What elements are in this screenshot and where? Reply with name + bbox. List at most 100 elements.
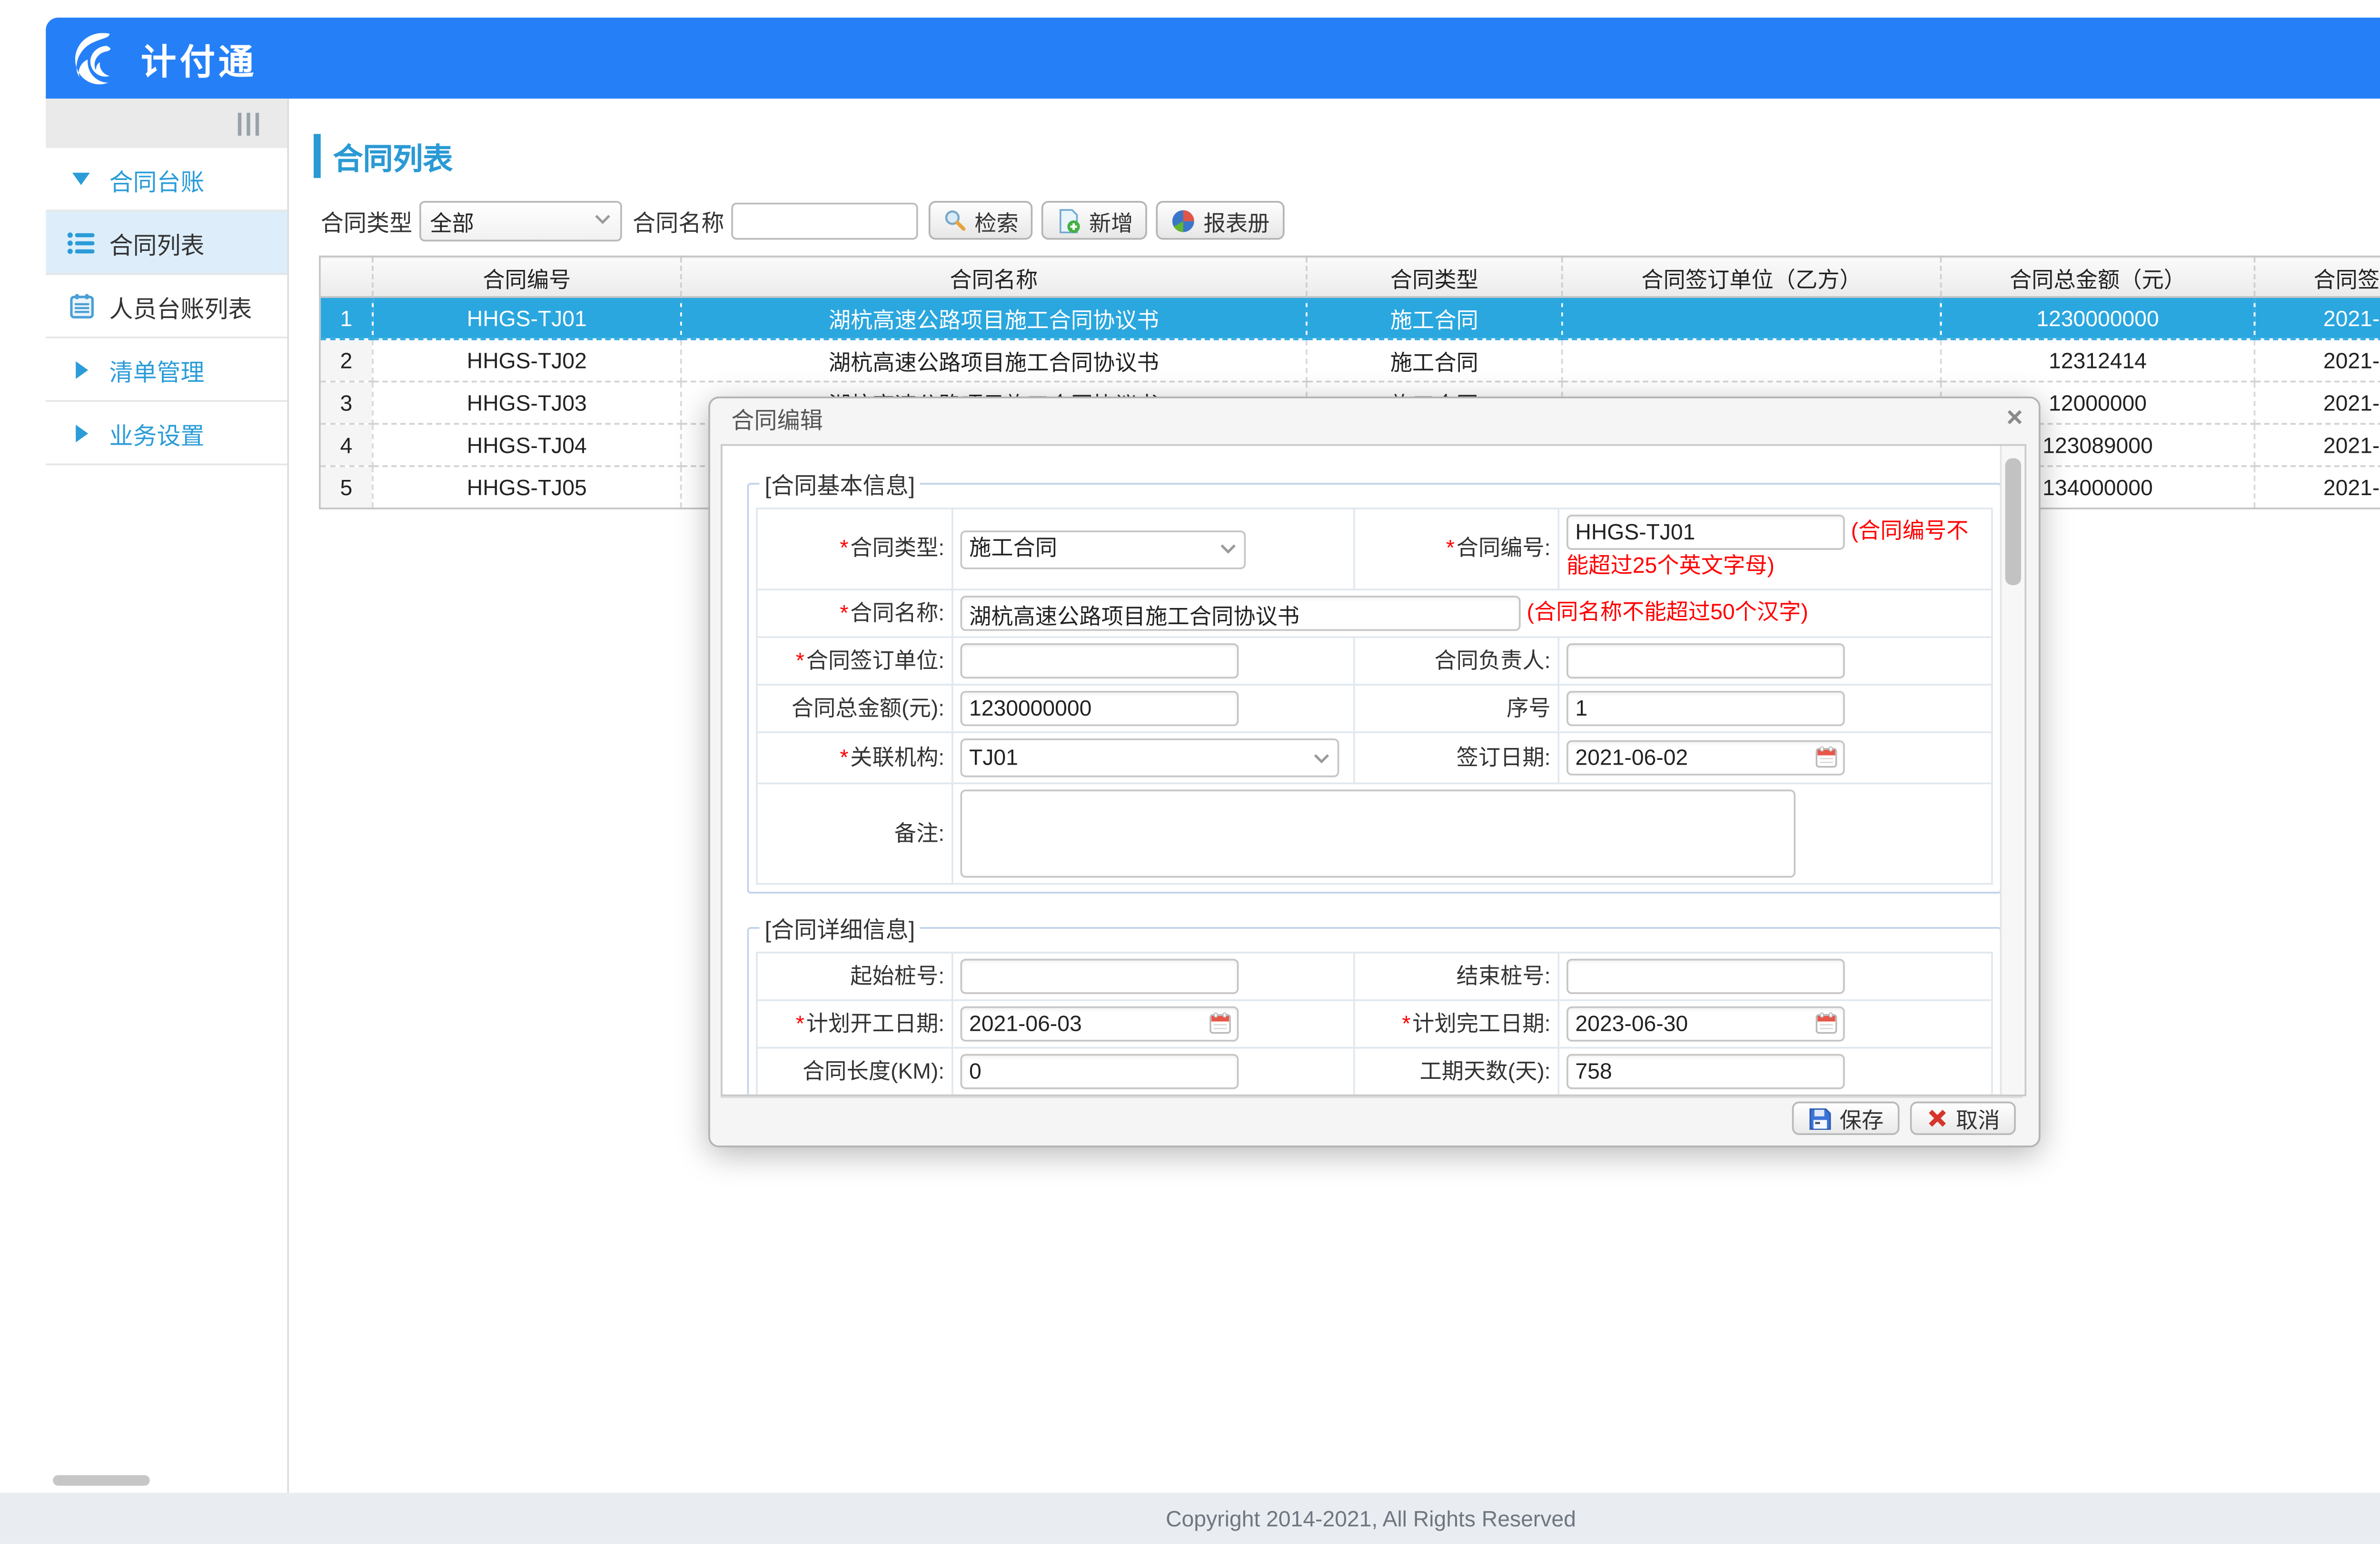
total-amount-field-input[interactable] <box>960 691 1239 727</box>
sidebar-item-contract-ledger[interactable]: 合同台账 <box>46 148 287 211</box>
document-plus-icon <box>1056 207 1082 234</box>
contract-name-label: 合同名称 <box>633 204 724 237</box>
contract-code-field-label: 合同编号: <box>1457 536 1551 560</box>
app-title: 计付通 <box>141 32 257 83</box>
contract-type-label: 合同类型 <box>321 204 413 237</box>
select-arrow-icon <box>594 210 612 230</box>
triangle-right-icon <box>60 424 102 441</box>
add-button[interactable]: 新增 <box>1041 201 1147 239</box>
clipboard-icon <box>60 292 102 319</box>
select-arrow-icon <box>1220 543 1237 556</box>
page-footer: Copyright 2014-2021, All Rights Reserved <box>0 1493 2380 1544</box>
total-amount-field-label: 合同总金额(元): <box>792 696 944 720</box>
end-stake-field-input[interactable] <box>1567 959 1845 995</box>
sidebar-item-personnel-ledger[interactable]: 人员台账列表 <box>46 275 287 338</box>
dialog-body: [合同基本信息] *合同类型: 施工合同 *合同编号: <box>721 444 2026 1096</box>
page-title: 合同列表 <box>333 134 453 178</box>
col-header-name: 合同名称 <box>681 257 1307 297</box>
duration-days-field-label: 工期天数(天): <box>1419 1059 1550 1084</box>
sidebar-item-label: 人员台账列表 <box>109 288 252 323</box>
remark-field-textarea[interactable] <box>960 790 1795 878</box>
plan-start-field-label: 计划开工日期: <box>806 1011 945 1036</box>
length-km-field-label: 合同长度(KM): <box>803 1059 944 1084</box>
sidebar-item-list-management[interactable]: 清单管理 <box>46 339 287 402</box>
contract-code-field-input[interactable] <box>1567 515 1845 550</box>
search-button[interactable]: 检索 <box>929 201 1032 239</box>
cancel-button-label: 取消 <box>1956 1102 2000 1135</box>
select-arrow-icon <box>1313 752 1330 765</box>
report-button-label: 报表册 <box>1204 204 1270 237</box>
triangle-right-icon <box>60 360 102 378</box>
org-field-select[interactable]: TJ01 <box>960 739 1339 777</box>
copyright-text: Copyright 2014-2021, All Rights Reserved <box>1166 1506 1576 1531</box>
search-toolbar: 合同类型 全部 合同名称 检索 <box>321 199 1284 241</box>
contract-name-field-label: 合同名称: <box>850 600 944 625</box>
detail-info-legend: [合同详细信息] <box>759 912 920 945</box>
table-header-row: 合同编号 合同名称 合同类型 合同签订单位（乙方） 合同总金额（元） 合同签订日… <box>320 257 2380 297</box>
add-button-label: 新增 <box>1089 204 1133 237</box>
col-header-date: 合同签订日期 <box>2254 257 2380 297</box>
contract-name-hint: (合同名称不能超过50个汉字) <box>1527 600 1808 625</box>
triangle-down-icon <box>60 173 102 185</box>
app-header: 计付通 通知 管理员 <box>46 18 2380 99</box>
calendar-icon[interactable] <box>1209 1012 1231 1035</box>
sign-unit-field-label: 合同签订单位: <box>806 648 945 673</box>
basic-info-legend: [合同基本信息] <box>759 467 920 500</box>
contract-name-field-input[interactable] <box>960 597 1520 632</box>
sidebar: 合同台账 合同列表 人员台账列表 清单管理 <box>46 99 289 1493</box>
basic-info-fieldset: [合同基本信息] *合同类型: 施工合同 *合同编号: <box>747 467 2002 894</box>
sidebar-item-business-settings[interactable]: 业务设置 <box>46 402 287 465</box>
start-stake-field-label: 起始桩号: <box>850 964 944 988</box>
sign-unit-field-input[interactable] <box>960 644 1239 679</box>
save-button[interactable]: 保存 <box>1792 1102 1900 1135</box>
search-button-label: 检索 <box>974 204 1019 237</box>
contract-type-field-select[interactable]: 施工合同 <box>960 530 1246 568</box>
end-stake-field-label: 结束桩号: <box>1457 964 1551 988</box>
report-button[interactable]: 报表册 <box>1156 201 1284 239</box>
close-icon[interactable]: × <box>2006 404 2023 436</box>
swirl-logo-icon <box>69 28 129 88</box>
save-button-label: 保存 <box>1840 1102 1884 1135</box>
contract-type-value: 全部 <box>430 204 474 237</box>
index-header <box>320 257 373 297</box>
dialog-scrollbar-track[interactable] <box>2000 446 2025 1095</box>
remark-field-label: 备注: <box>894 821 944 846</box>
sidebar-item-label: 清单管理 <box>109 352 205 387</box>
col-header-party: 合同签订单位（乙方） <box>1562 257 1941 297</box>
calendar-icon[interactable] <box>1815 746 1838 769</box>
sidebar-collapse-button[interactable] <box>46 99 287 148</box>
col-header-code: 合同编号 <box>373 257 681 297</box>
sign-date-field-input[interactable] <box>1567 741 1845 776</box>
red-x-icon <box>1926 1107 1949 1130</box>
contract-name-input[interactable] <box>731 202 918 239</box>
seq-field-input[interactable] <box>1567 691 1845 727</box>
table-row[interactable]: 1 HHGS-TJ01 湖杭高速公路项目施工合同协议书 施工合同 1230000… <box>320 297 2380 339</box>
manager-field-input[interactable] <box>1567 644 1845 679</box>
sidebar-hscrollbar-thumb[interactable] <box>53 1475 150 1485</box>
detail-info-fieldset: [合同详细信息] 起始桩号: 结束桩号: *计划开工日期: <box>747 912 2002 1096</box>
org-field-label: 关联机构: <box>850 745 944 770</box>
plan-end-field-label: 计划完工日期: <box>1412 1011 1551 1036</box>
plan-start-field-input[interactable] <box>960 1007 1239 1042</box>
dialog-scrollbar-thumb[interactable] <box>2005 458 2021 585</box>
contract-type-select[interactable]: 全部 <box>419 200 622 240</box>
calendar-icon[interactable] <box>1815 1012 1838 1035</box>
duration-days-field-input[interactable] <box>1567 1055 1845 1090</box>
col-header-type: 合同类型 <box>1307 257 1562 297</box>
title-accent-bar <box>314 134 321 178</box>
col-header-amount: 合同总金额（元） <box>1941 257 2255 297</box>
dialog-title: 合同编辑 <box>710 398 2039 444</box>
collapse-bars-icon <box>238 112 259 135</box>
start-stake-field-input[interactable] <box>960 959 1239 995</box>
cancel-button[interactable]: 取消 <box>1910 1102 2016 1135</box>
sidebar-item-label: 业务设置 <box>109 415 205 450</box>
list-icon <box>60 230 102 255</box>
search-icon <box>943 208 968 233</box>
length-km-field-input[interactable] <box>960 1055 1239 1090</box>
plan-end-field-input[interactable] <box>1567 1007 1845 1042</box>
sidebar-item-contract-list[interactable]: 合同列表 <box>46 211 287 275</box>
app-logo: 计付通 <box>69 28 257 88</box>
sidebar-item-label: 合同台账 <box>109 161 205 197</box>
contract-edit-dialog: 合同编辑 × [合同基本信息] *合同类型: 施工合同 <box>708 397 2041 1147</box>
table-row[interactable]: 2 HHGS-TJ02 湖杭高速公路项目施工合同协议书 施工合同 1231241… <box>320 339 2380 382</box>
